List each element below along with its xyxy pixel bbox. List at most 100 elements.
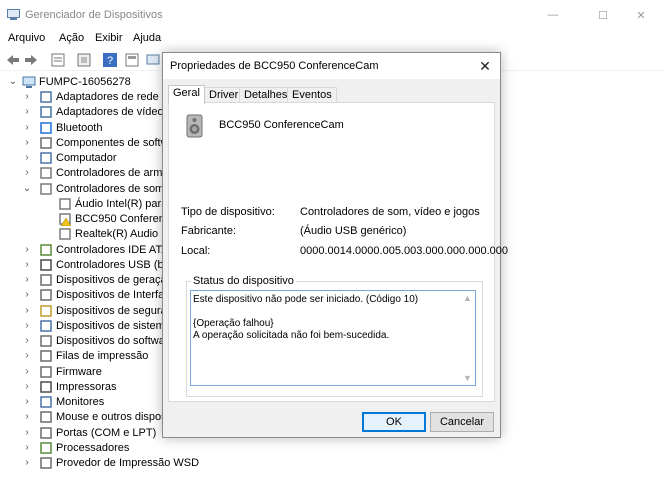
menu-ajuda[interactable]: Ajuda [133, 32, 161, 44]
dialog-title: Propriedades de BCC950 ConferenceCam [170, 60, 379, 72]
chevron-right-icon[interactable]: › [22, 244, 32, 256]
tree-item-label: Monitores [56, 396, 105, 408]
back-arrow-icon[interactable] [5, 52, 21, 68]
hid-icon [40, 289, 52, 301]
chevron-right-icon[interactable]: › [22, 91, 32, 103]
title-bar: Gerenciador de Dispositivos — ☐ ✕ [0, 0, 663, 30]
print-queue-icon [40, 350, 52, 362]
tab-driver[interactable]: Driver [204, 87, 244, 103]
chevron-right-icon[interactable]: › [22, 259, 32, 271]
tree-item-label: Dispositivos de geração [56, 274, 173, 286]
tab-geral[interactable]: Geral [168, 85, 205, 104]
manufacturer-value: (Áudio USB genérico) [300, 225, 407, 237]
tree-item-label: Dispositivos de Interface [56, 289, 176, 302]
tree-item-label: Mouse e outros disposit [56, 411, 173, 424]
wsd-print-icon [40, 457, 52, 469]
tab-detalhes[interactable]: Detalhes [239, 87, 293, 103]
scan-hardware-icon[interactable] [146, 52, 162, 68]
monitor-icon [40, 396, 52, 408]
device-status-textbox[interactable]: Este dispositivo não pode ser iniciado. … [190, 290, 476, 386]
menu-arquivo[interactable]: Arquivo [8, 32, 45, 44]
tree-item[interactable]: › Provedor de Impressão WSD [0, 456, 663, 471]
minimize-button[interactable]: — [531, 0, 575, 30]
software-device-icon [40, 335, 52, 347]
chevron-right-icon[interactable]: › [22, 274, 32, 286]
chevron-right-icon[interactable]: › [22, 152, 32, 164]
update-driver-icon[interactable] [76, 52, 92, 68]
properties-icon[interactable] [50, 52, 66, 68]
help-icon[interactable]: ? [102, 52, 118, 68]
chevron-right-icon[interactable]: › [22, 381, 32, 393]
ok-button[interactable]: OK [362, 412, 426, 432]
device-status-label: Status do dispositivo [191, 275, 296, 287]
window-title: Gerenciador de Dispositivos [25, 9, 163, 21]
close-icon: ✕ [479, 58, 491, 74]
tree-item-label: Realtek(R) Audio [75, 228, 159, 241]
close-button[interactable]: ✕ [619, 0, 663, 30]
chevron-right-icon[interactable]: › [22, 396, 32, 408]
network-adapter-icon [40, 91, 52, 103]
imaging-device-icon [40, 274, 52, 286]
svg-text:?: ? [107, 55, 113, 67]
tree-item-label: Áudio Intel(R) para t [75, 197, 174, 210]
device-type-label: Tipo de dispositivo: [181, 206, 275, 218]
view-icon[interactable] [124, 52, 140, 68]
chevron-right-icon[interactable]: › [22, 305, 32, 317]
speaker-icon [40, 182, 52, 195]
security-device-icon [40, 304, 52, 317]
menu-acao[interactable]: Ação [59, 32, 84, 44]
status-scrollbar[interactable]: ▲ ▼ [460, 291, 475, 385]
chevron-right-icon[interactable]: › [22, 122, 32, 134]
tree-item-label: Dispositivos de seguran [56, 304, 173, 317]
chevron-right-icon[interactable]: › [22, 457, 32, 469]
chevron-right-icon[interactable]: › [22, 167, 32, 179]
tree-item-label: Dispositivos do software [56, 335, 175, 347]
speaker-icon [186, 114, 203, 138]
tree-item-label: Controladores de armaz [56, 167, 175, 180]
chevron-right-icon[interactable]: › [22, 106, 32, 118]
speaker-warning-icon [59, 213, 72, 226]
dialog-close-button[interactable]: ✕ [474, 56, 496, 76]
dialog-title-bar: Propriedades de BCC950 ConferenceCam ✕ [163, 53, 500, 79]
chevron-right-icon[interactable]: › [22, 442, 32, 454]
scroll-down-icon[interactable]: ▼ [460, 371, 475, 385]
tree-item-label: Processadores [56, 441, 130, 454]
chevron-right-icon[interactable]: › [22, 289, 32, 301]
location-value: 0000.0014.0000.005.003.000.000.000.000 [300, 245, 508, 257]
forward-arrow-icon[interactable] [23, 52, 39, 68]
chevron-right-icon[interactable]: › [22, 350, 32, 362]
tree-item-label: Adaptadores de vídeo [56, 106, 164, 119]
tree-item-label: Computador [56, 152, 117, 164]
printer-icon [40, 381, 52, 393]
menu-exibir[interactable]: Exibir [95, 32, 123, 44]
computer-icon [40, 152, 52, 164]
location-label: Local: [181, 245, 211, 257]
tree-item-label: Firmware [56, 365, 102, 378]
tree-item-label: Bluetooth [56, 121, 103, 134]
mouse-icon [40, 411, 52, 423]
close-icon: ✕ [636, 9, 646, 22]
chevron-right-icon[interactable]: › [22, 411, 32, 423]
maximize-icon: ☐ [598, 9, 608, 22]
bluetooth-icon [40, 121, 52, 134]
chevron-right-icon[interactable]: › [22, 137, 32, 149]
speaker-icon [59, 228, 71, 240]
tree-item-label: Adaptadores de rede [56, 91, 159, 103]
menu-bar: Arquivo Ação Exibir Ajuda [0, 30, 663, 49]
device-manager-app-icon [7, 9, 20, 20]
properties-dialog: Propriedades de BCC950 ConferenceCam ✕ G… [162, 52, 508, 438]
tree-item[interactable]: › Processadores [0, 441, 663, 456]
chevron-right-icon[interactable]: › [22, 320, 32, 332]
tree-item-label: Controladores de som, v [56, 182, 176, 195]
chevron-right-icon[interactable]: › [22, 366, 32, 378]
cancel-button[interactable]: Cancelar [430, 412, 494, 432]
display-adapter-icon [40, 106, 52, 118]
chevron-down-icon[interactable]: ⌄ [8, 76, 18, 88]
tree-root-label: FUMPC-16056278 [39, 76, 131, 88]
tab-eventos[interactable]: Eventos [287, 87, 337, 103]
chevron-down-icon[interactable]: ⌄ [22, 183, 32, 195]
software-component-icon [40, 137, 52, 149]
scroll-up-icon[interactable]: ▲ [460, 291, 475, 305]
chevron-right-icon[interactable]: › [22, 335, 32, 347]
chevron-right-icon[interactable]: › [22, 427, 32, 439]
